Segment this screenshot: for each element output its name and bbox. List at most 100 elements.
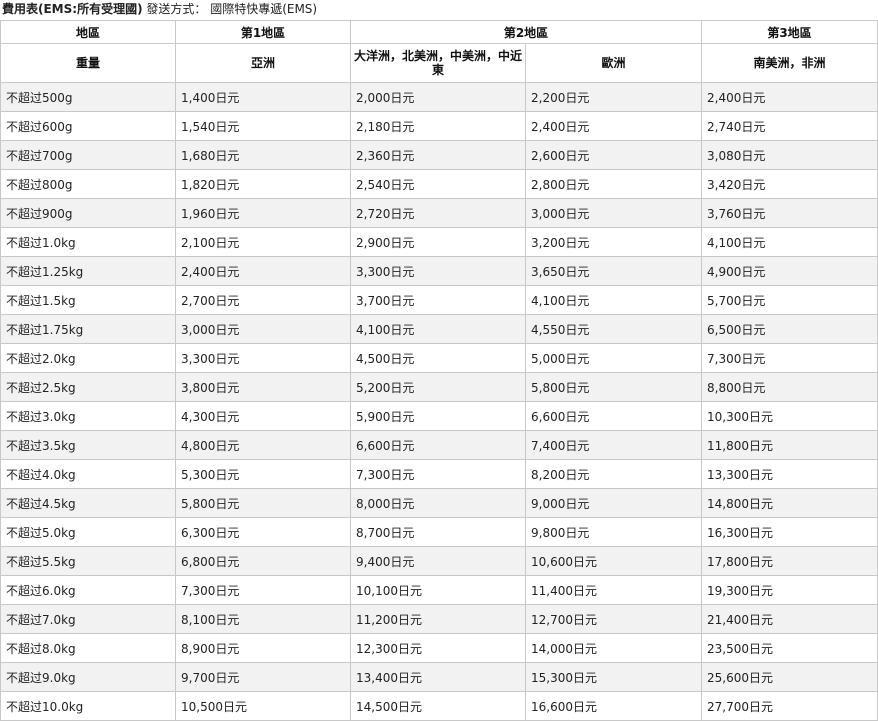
- weight-cell: 不超过5.0kg: [0, 517, 176, 547]
- zone2-oceania-americas-price: 2,360日元: [350, 140, 526, 170]
- table-row: 不超过8.0kg 8,900日元 12,300日元 14,000日元 23,500日元: [0, 633, 878, 663]
- zone3-price: 16,300日元: [701, 517, 878, 547]
- zone2-oceania-americas-price: 12,300日元: [350, 633, 526, 663]
- zone3-price: 13,300日元: [701, 459, 878, 489]
- zone3-price: 11,800日元: [701, 430, 878, 460]
- table-row: 不超过700g 1,680日元 2,360日元 2,600日元 3,080日元: [0, 140, 878, 170]
- weight-cell: 不超过700g: [0, 140, 176, 170]
- table-row: 不超过600g 1,540日元 2,180日元 2,400日元 2,740日元: [0, 111, 878, 141]
- zone2-europe-price: 3,650日元: [524, 256, 703, 286]
- zone2-oceania-americas-price: 2,720日元: [350, 198, 526, 228]
- zone1-asia-price: 1,400日元: [175, 82, 351, 112]
- zone1-asia-price: 9,700日元: [175, 662, 351, 692]
- zone-header-zone1: 第1地區: [175, 20, 351, 44]
- fee-table-body: 不超过500g 1,400日元 2,000日元 2,200日元 2,400日元 不超过60…: [0, 82, 878, 721]
- zone-header-zone2: 第2地區: [349, 20, 703, 44]
- weight-cell: 不超过7.0kg: [0, 604, 176, 634]
- zone3-price: 27,700日元: [701, 691, 878, 721]
- table-row: 不超过7.0kg 8,100日元 11,200日元 12,700日元 21,400日元: [0, 604, 878, 634]
- table-row: 不超过9.0kg 9,700日元 13,400日元 15,300日元 25,600日元: [0, 662, 878, 692]
- weight-cell: 不超过10.0kg: [0, 691, 176, 721]
- zone2-europe-price: 4,550日元: [524, 314, 703, 344]
- weight-cell: 不超过1.75kg: [0, 314, 176, 344]
- zone1-asia-price: 3,000日元: [175, 314, 351, 344]
- zone2-oceania-americas-price: 4,500日元: [350, 343, 526, 373]
- zone2-oceania-americas-price: 2,540日元: [350, 169, 526, 199]
- zone3-price: 2,740日元: [701, 111, 878, 141]
- zone-header-row: 地區 第1地區 第2地區 第3地區: [0, 20, 878, 44]
- zone2-europe-price: 4,100日元: [524, 285, 703, 315]
- zone2-oceania-americas-price: 2,000日元: [350, 82, 526, 112]
- zone1-asia-price: 7,300日元: [175, 575, 351, 605]
- table-row: 不超过4.5kg 5,800日元 8,000日元 9,000日元 14,800日元: [0, 488, 878, 518]
- weight-cell: 不超过900g: [0, 198, 176, 228]
- zone3-price: 4,100日元: [701, 227, 878, 257]
- zone2-oceania-americas-price: 10,100日元: [350, 575, 526, 605]
- area-header-row: 重量 亞洲 大洋洲，北美洲，中美洲，中近東 歐洲 南美洲，非洲: [0, 43, 878, 83]
- shipping-method-label: 發送方式： 國際特快專遞(EMS): [142, 2, 318, 16]
- page-title: 費用表(EMS:所有受理國) 發送方式： 國際特快專遞(EMS): [0, 0, 878, 20]
- weight-cell: 不超过1.5kg: [0, 285, 176, 315]
- zone2-europe-price: 2,600日元: [524, 140, 703, 170]
- zone2-oceania-americas-price: 7,300日元: [350, 459, 526, 489]
- zone2-europe-price: 15,300日元: [524, 662, 703, 692]
- zone1-asia-price: 8,900日元: [175, 633, 351, 663]
- zone2-oceania-americas-price: 13,400日元: [350, 662, 526, 692]
- weight-cell: 不超过800g: [0, 169, 176, 199]
- zone1-asia-price: 4,300日元: [175, 401, 351, 431]
- zone3-price: 19,300日元: [701, 575, 878, 605]
- table-row: 不超过3.0kg 4,300日元 5,900日元 6,600日元 10,300日元: [0, 401, 878, 431]
- zone1-asia-price: 2,400日元: [175, 256, 351, 286]
- zone2-europe-price: 6,600日元: [524, 401, 703, 431]
- zone3-price: 14,800日元: [701, 488, 878, 518]
- weight-cell: 不超过1.0kg: [0, 227, 176, 257]
- zone1-asia-price: 8,100日元: [175, 604, 351, 634]
- zone3-price: 23,500日元: [701, 633, 878, 663]
- zone2-oceania-americas-price: 3,300日元: [350, 256, 526, 286]
- table-row: 不超过4.0kg 5,300日元 7,300日元 8,200日元 13,300日元: [0, 459, 878, 489]
- zone2-europe-price: 8,200日元: [524, 459, 703, 489]
- zone1-asia-price: 1,820日元: [175, 169, 351, 199]
- fee-table-title: 費用表(EMS:所有受理國): [2, 2, 143, 16]
- table-row: 不超过1.5kg 2,700日元 3,700日元 4,100日元 5,700日元: [0, 285, 878, 315]
- weight-cell: 不超过3.5kg: [0, 430, 176, 460]
- table-row: 不超过5.0kg 6,300日元 8,700日元 9,800日元 16,300日元: [0, 517, 878, 547]
- weight-cell: 不超过4.0kg: [0, 459, 176, 489]
- zone2-europe-price: 9,000日元: [524, 488, 703, 518]
- zone1-asia-price: 5,800日元: [175, 488, 351, 518]
- zone3-price: 3,420日元: [701, 169, 878, 199]
- area-header-europe: 歐洲: [524, 43, 703, 83]
- zone2-oceania-americas-price: 3,700日元: [350, 285, 526, 315]
- weight-cell: 不超过6.0kg: [0, 575, 176, 605]
- weight-cell: 不超过4.5kg: [0, 488, 176, 518]
- table-row: 不超过1.75kg 3,000日元 4,100日元 4,550日元 6,500日元: [0, 314, 878, 344]
- zone1-asia-price: 3,800日元: [175, 372, 351, 402]
- zone2-oceania-americas-price: 4,100日元: [350, 314, 526, 344]
- zone-header-zone3: 第3地區: [701, 20, 878, 44]
- weight-cell: 不超过2.0kg: [0, 343, 176, 373]
- area-header-weight: 重量: [0, 43, 176, 83]
- weight-cell: 不超过8.0kg: [0, 633, 176, 663]
- weight-cell: 不超过500g: [0, 82, 176, 112]
- zone2-europe-price: 2,400日元: [524, 111, 703, 141]
- zone3-price: 10,300日元: [701, 401, 878, 431]
- zone2-oceania-americas-price: 5,900日元: [350, 401, 526, 431]
- table-row: 不超过1.25kg 2,400日元 3,300日元 3,650日元 4,900日元: [0, 256, 878, 286]
- zone3-price: 21,400日元: [701, 604, 878, 634]
- table-row: 不超过10.0kg 10,500日元 14,500日元 16,600日元 27,700日…: [0, 691, 878, 721]
- table-row: 不超过2.0kg 3,300日元 4,500日元 5,000日元 7,300日元: [0, 343, 878, 373]
- zone2-europe-price: 12,700日元: [524, 604, 703, 634]
- zone2-europe-price: 2,200日元: [524, 82, 703, 112]
- table-row: 不超过1.0kg 2,100日元 2,900日元 3,200日元 4,100日元: [0, 227, 878, 257]
- area-header-south-america-africa: 南美洲，非洲: [701, 43, 878, 83]
- table-row: 不超过6.0kg 7,300日元 10,100日元 11,400日元 19,300日元: [0, 575, 878, 605]
- weight-cell: 不超过3.0kg: [0, 401, 176, 431]
- zone3-price: 4,900日元: [701, 256, 878, 286]
- area-header-asia: 亞洲: [175, 43, 351, 83]
- table-row: 不超过500g 1,400日元 2,000日元 2,200日元 2,400日元: [0, 82, 878, 112]
- zone2-europe-price: 9,800日元: [524, 517, 703, 547]
- weight-cell: 不超过9.0kg: [0, 662, 176, 692]
- zone1-asia-price: 6,300日元: [175, 517, 351, 547]
- table-row: 不超过5.5kg 6,800日元 9,400日元 10,600日元 17,800日元: [0, 546, 878, 576]
- zone1-asia-price: 10,500日元: [175, 691, 351, 721]
